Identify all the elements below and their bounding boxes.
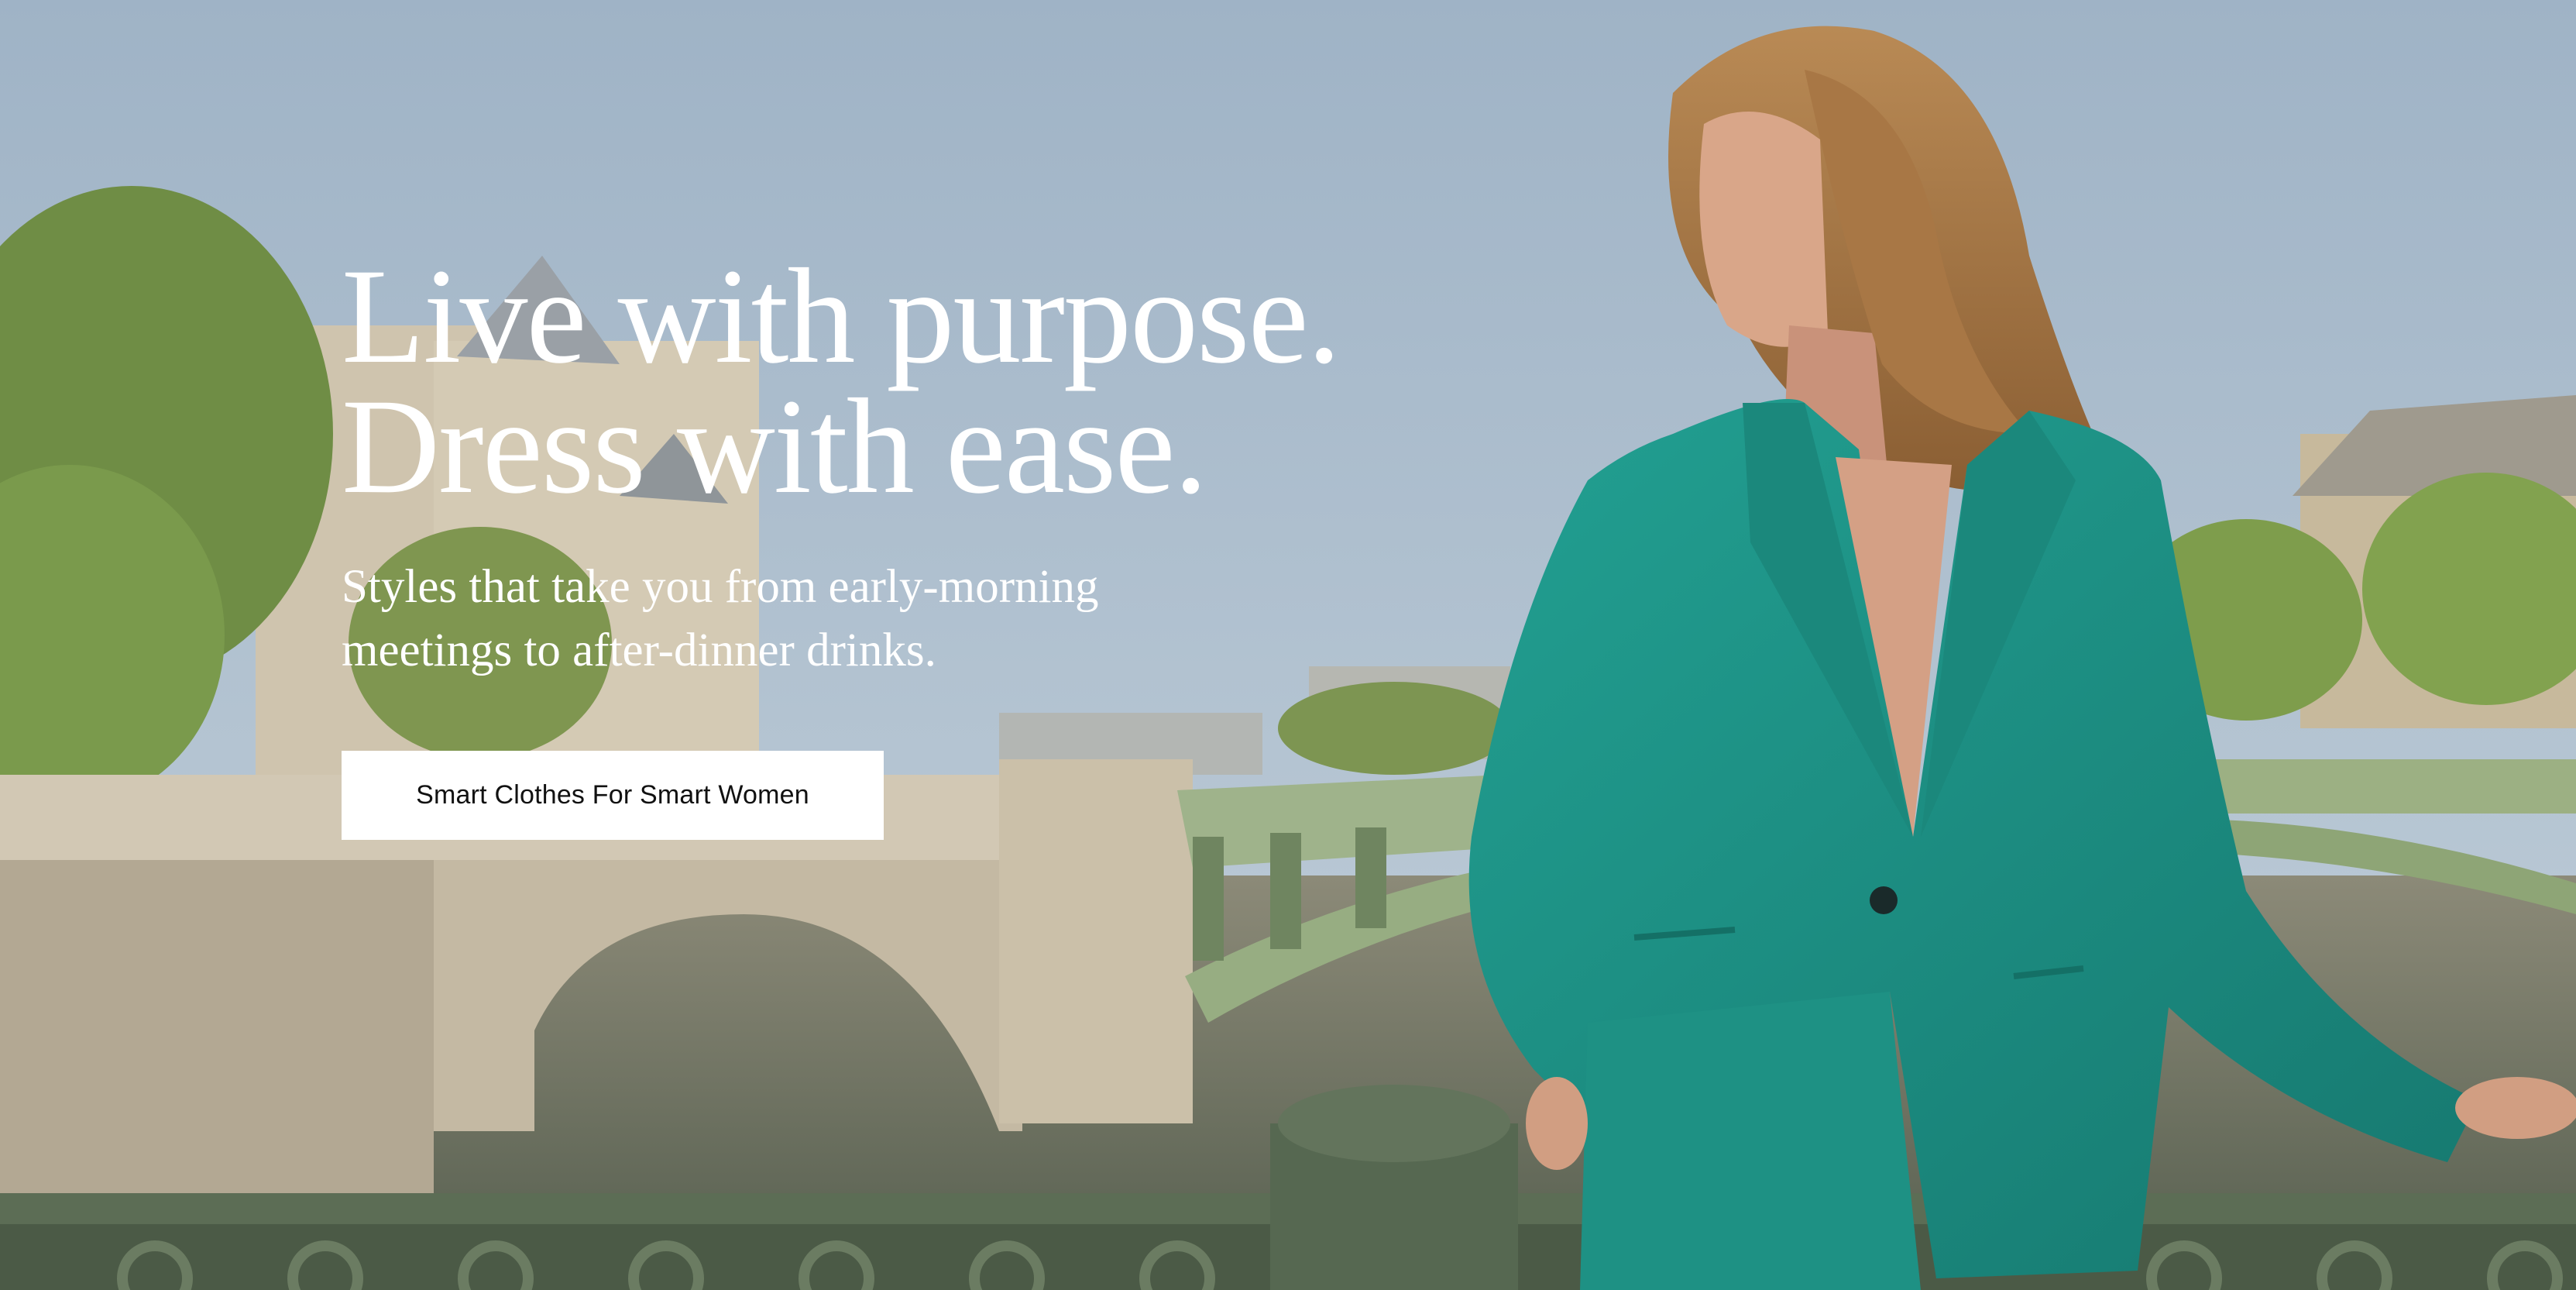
hero-headline: Live with purpose. Dress with ease. [342,241,1426,522]
hero-copy: Live with purpose. Dress with ease. Styl… [342,241,1426,683]
smart-clothes-cta-button[interactable]: Smart Clothes For Smart Women [342,751,884,840]
headline-line-2: Dress with ease. [342,371,1208,522]
subheading-line-1: Styles that take you from early-morning [342,561,1099,613]
subheading-line-2: meetings to after-dinner drinks. [342,624,936,676]
headline-line-1: Live with purpose. [342,241,1341,392]
hero-banner: Live with purpose. Dress with ease. Styl… [0,0,2576,1290]
hero-subheading: Styles that take you from early-morning … [342,556,1426,683]
